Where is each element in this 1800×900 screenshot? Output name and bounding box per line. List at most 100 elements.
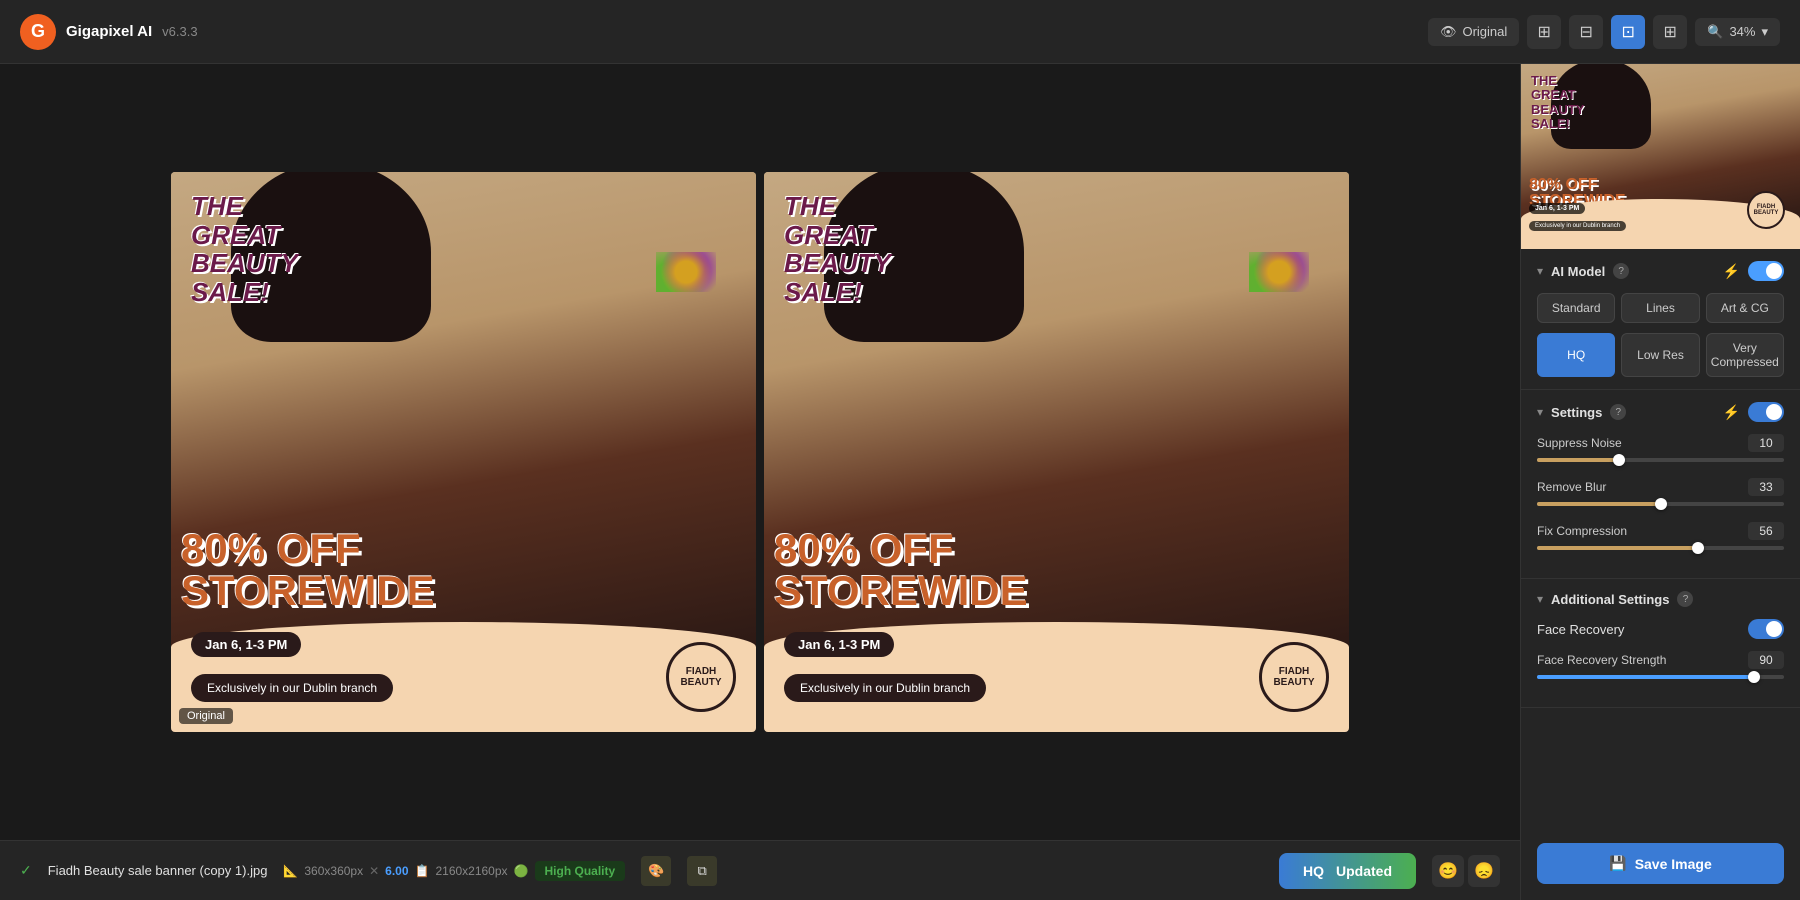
additional-settings-section: ▾ Additional Settings ? Face Recovery Fa… (1521, 579, 1800, 708)
verycompressed-quality-btn[interactable]: Very Compressed (1706, 333, 1784, 377)
view-compare-btn[interactable]: ⊞ (1653, 15, 1687, 49)
quality-badge: High Quality (535, 861, 626, 881)
hq-label: HQ (1303, 863, 1324, 879)
view-single-btn[interactable]: ⊞ (1527, 15, 1561, 49)
face-accent-decoration (656, 252, 716, 292)
processed-image: THE GREAT BEAUTY SALE! 80% OFF STOREWIDE… (764, 172, 1349, 732)
original-size-icon: 📐 (283, 864, 298, 878)
face-recovery-strength-fill (1537, 675, 1754, 679)
face-recovery-strength-thumb[interactable] (1748, 671, 1760, 683)
ad-date-badge: Jan 6, 1-3 PM (191, 632, 301, 657)
output-size-value: 2160x2160px (435, 864, 507, 878)
standard-model-btn[interactable]: Standard (1537, 293, 1615, 323)
ai-model-title: AI Model (1551, 264, 1605, 279)
happy-emoji-btn[interactable]: 😊 (1432, 855, 1464, 887)
fix-compression-fill (1537, 546, 1698, 550)
settings-header: ▾ Settings ? ⚡ (1537, 402, 1784, 422)
ai-model-header: ▾ AI Model ? ⚡ (1537, 261, 1784, 281)
remove-blur-thumb[interactable] (1655, 498, 1667, 510)
fix-compression-label: Fix Compression (1537, 524, 1627, 538)
output-size-icon: 📋 (415, 864, 430, 878)
quality-tabs: HQ Low Res Very Compressed (1537, 333, 1784, 377)
zoom-btn[interactable]: 🔍 34% ▾ (1695, 18, 1780, 46)
original-toggle-btn[interactable]: 👁 Original (1428, 18, 1519, 46)
face-recovery-row: Face Recovery (1537, 619, 1784, 639)
main-layout: THE GREAT BEAUTY SALE! 80% OFF STOREWIDE… (0, 64, 1800, 900)
fix-compression-track[interactable] (1537, 546, 1784, 550)
fix-compression-value: 56 (1748, 522, 1784, 540)
fix-compression-row: Fix Compression 56 (1537, 522, 1784, 550)
ad-logo-badge: FIADH BEAUTY (666, 642, 736, 712)
settings-help-btn[interactable]: ? (1610, 404, 1626, 420)
ai-model-section: ▾ AI Model ? ⚡ Standard Lines Art & CG H… (1521, 249, 1800, 390)
save-section: 💾 Save Image (1521, 827, 1800, 900)
suppress-noise-track[interactable] (1537, 458, 1784, 462)
face-recovery-strength-row: Face Recovery Strength 90 (1537, 651, 1784, 679)
artcg-model-btn[interactable]: Art & CG (1706, 293, 1784, 323)
scale-value: 6.00 (385, 864, 408, 878)
additional-settings-title: Additional Settings (1551, 592, 1669, 607)
ad-date-badge-r: Jan 6, 1-3 PM (784, 632, 894, 657)
settings-chevron: ▾ (1537, 405, 1543, 419)
ai-model-toggle[interactable] (1748, 261, 1784, 281)
file-name-label: Fiadh Beauty sale banner (copy 1).jpg (48, 863, 268, 878)
image-area: THE GREAT BEAUTY SALE! 80% OFF STOREWIDE… (0, 64, 1520, 840)
view-sidebyside-btn[interactable]: ⊡ (1611, 15, 1645, 49)
thumb-title-text: THEGREATBEAUTYSALE! (1531, 74, 1584, 131)
thumb-date-badge: Jan 6, 1-3 PM (1529, 203, 1585, 214)
file-check-icon: ✓ (20, 862, 32, 879)
suppress-noise-value: 10 (1748, 434, 1784, 452)
logo-area: G Gigapixel AI v6.3.3 (20, 14, 198, 50)
layers-icon-btn[interactable]: ⧉ (687, 856, 717, 886)
updated-label: Updated (1336, 863, 1392, 879)
ad-discount-text-r: 80% OFF STOREWIDE (774, 528, 1339, 612)
thumb-branch-badge: Exclusively in our Dublin branch (1529, 221, 1626, 231)
lowres-quality-btn[interactable]: Low Res (1621, 333, 1699, 377)
right-panel: THEGREATBEAUTYSALE! 80% OFFSTOREWIDE FIA… (1520, 64, 1800, 900)
fix-compression-thumb[interactable] (1692, 542, 1704, 554)
suppress-noise-thumb[interactable] (1613, 454, 1625, 466)
center-content: THE GREAT BEAUTY SALE! 80% OFF STOREWIDE… (0, 64, 1520, 900)
ad-branch-badge: Exclusively in our Dublin branch (191, 674, 393, 702)
face-recovery-toggle[interactable] (1748, 619, 1784, 639)
ad-discount-text: 80% OFF STOREWIDE (181, 528, 746, 612)
settings-title: Settings (1551, 405, 1602, 420)
view-split-btn[interactable]: ⊟ (1569, 15, 1603, 49)
original-label: Original (179, 708, 233, 724)
processed-image-panel: THE GREAT BEAUTY SALE! 80% OFF STOREWIDE… (764, 172, 1349, 732)
remove-blur-track[interactable] (1537, 502, 1784, 506)
file-meta: 📐 360x360px ✕ 6.00 📋 2160x2160px 🟢 High … (283, 861, 625, 881)
suppress-noise-label: Suppress Noise (1537, 436, 1622, 450)
ai-model-help-btn[interactable]: ? (1613, 263, 1629, 279)
lightning-icon: ⚡ (1723, 263, 1740, 280)
thumbnail-area: THEGREATBEAUTYSALE! 80% OFFSTOREWIDE FIA… (1521, 64, 1800, 249)
ad-logo-badge-r: FIADH BEAUTY (1259, 642, 1329, 712)
additional-settings-header: ▾ Additional Settings ? (1537, 591, 1784, 607)
face-recovery-strength-track[interactable] (1537, 675, 1784, 679)
thumbnail-image: THEGREATBEAUTYSALE! 80% OFFSTOREWIDE FIA… (1521, 64, 1800, 249)
chevron-down-icon: ▾ (1761, 24, 1768, 40)
settings-section: ▾ Settings ? ⚡ Suppress Noise 10 (1521, 390, 1800, 579)
sad-emoji-btn[interactable]: 😞 (1468, 855, 1500, 887)
view-controls: 👁 Original ⊞ ⊟ ⊡ ⊞ 🔍 34% ▾ (1428, 15, 1780, 49)
ad-title-text: THE GREAT BEAUTY SALE! (191, 192, 298, 306)
top-bar: G Gigapixel AI v6.3.3 👁 Original ⊞ ⊟ ⊡ ⊞… (0, 0, 1800, 64)
eye-icon: 👁 (1440, 24, 1457, 40)
remove-blur-label: Remove Blur (1537, 480, 1606, 494)
settings-lightning-icon: ⚡ (1723, 404, 1740, 421)
suppress-noise-row: Suppress Noise 10 (1537, 434, 1784, 462)
save-image-btn[interactable]: 💾 Save Image (1537, 843, 1784, 884)
original-image-panel: THE GREAT BEAUTY SALE! 80% OFF STOREWIDE… (171, 172, 756, 732)
ai-model-chevron: ▾ (1537, 264, 1543, 278)
palette-icon-btn[interactable]: 🎨 (641, 856, 671, 886)
settings-toggle[interactable] (1748, 402, 1784, 422)
suppress-noise-fill (1537, 458, 1619, 462)
additional-settings-help-btn[interactable]: ? (1677, 591, 1693, 607)
remove-blur-fill (1537, 502, 1661, 506)
app-logo-icon: G (20, 14, 56, 50)
emoji-buttons: 😊 😞 (1432, 855, 1500, 887)
lines-model-btn[interactable]: Lines (1621, 293, 1699, 323)
zoom-icon: 🔍 (1707, 24, 1723, 40)
hq-updated-btn[interactable]: HQ Updated (1279, 853, 1416, 889)
hq-quality-btn[interactable]: HQ (1537, 333, 1615, 377)
